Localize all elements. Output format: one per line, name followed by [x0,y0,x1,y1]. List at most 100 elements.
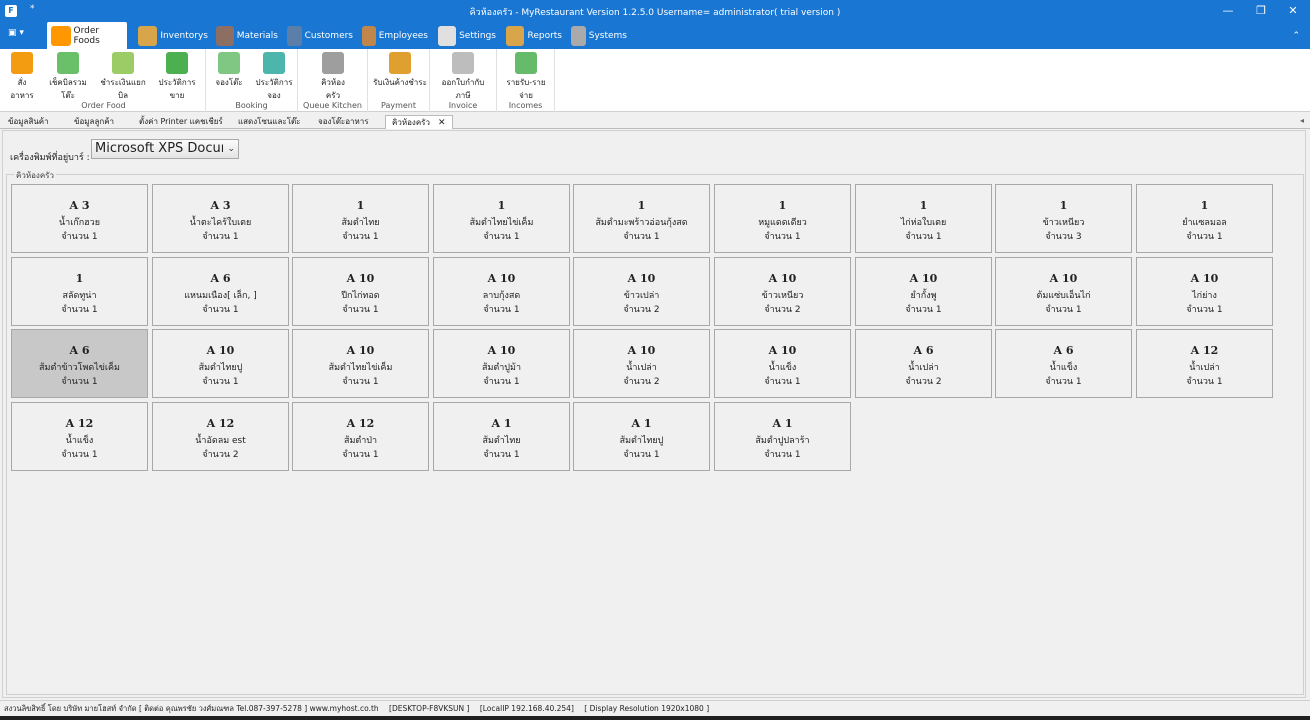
order-card[interactable]: 1 หมูแดดเดียว จำนวน 1 [714,184,851,253]
materials-icon [216,25,234,46]
order-item: ส้มตำมะพร้าวอ่อนกุ้งสด [595,218,688,228]
status-local-ip: [LocalIP 192.168.40.254] [479,704,574,713]
order-card[interactable]: A 12 น้ำอัดลม est จำนวน 2 [152,402,289,471]
order-card[interactable]: A 10 ไก่ย่าง จำนวน 1 [1136,257,1273,326]
order-item: ส้มตำไทย [341,218,380,228]
order-qty: จำนวน 1 [1186,377,1223,387]
title-bar: F * คิวห้องครัว - MyRestaurant Version 1… [0,0,1310,22]
kitchen-queue-list-button[interactable]: คิวห้องครัว [315,52,351,102]
sales-history-button[interactable]: ประวัติการขาย [152,52,202,102]
status-host: [DESKTOP-F8VKSUN ] [389,704,470,713]
ribbon-group-label: Queue Kitchen [303,101,362,110]
printer-label: เครื่องพิมพ์ที่อยู่บาร์ : [10,153,90,163]
order-card[interactable]: 1 ไก่ห่อใบเตย จำนวน 1 [855,184,992,253]
doc-tab-4[interactable]: แสดงโซนและโต๊ะ [232,115,306,129]
order-card[interactable]: 1 ข้าวเหนียว จำนวน 3 [995,184,1132,253]
invoice-button[interactable]: ออกใบกำกับภาษี [435,52,491,102]
order-table: 1 [1059,199,1068,212]
order-item: น้ำเปล่า [1189,363,1220,373]
tab-materials[interactable]: Materials [212,22,278,49]
tab-scroll-icon[interactable]: ◂ [1300,116,1304,125]
doc-tab-label: แสดงโซนและโต๊ะ [238,117,301,126]
ribbon-group-label: Payment [380,101,417,110]
order-card[interactable]: A 10 ต้มแซ่บเอ็นไก่ จำนวน 1 [995,257,1132,326]
order-card[interactable]: A 1 ส้มตำไทยปู จำนวน 1 [573,402,710,471]
order-exit-icon [11,52,33,74]
order-card[interactable]: 1 ส้มตำมะพร้าวอ่อนกุ้งสด จำนวน 1 [573,184,710,253]
booking-history-clock-button[interactable]: ประวัติการจอง [251,52,297,102]
order-qty: จำนวน 1 [483,450,520,460]
tab-inventorys[interactable]: Inventorys [134,22,208,49]
order-item: สลัดทูน่า [62,291,97,301]
order-card[interactable]: A 6 น้ำเปล่า จำนวน 2 [855,329,992,398]
order-item: แหนมเนือง[ เล็ก, ] [184,291,257,301]
order-item: น้ำเปล่า [626,363,657,373]
order-card[interactable]: A 12 ส้มตำป่า จำนวน 1 [292,402,429,471]
split-bill-button[interactable]: ชำระเงินแยกบิล [97,52,149,102]
customer-person-icon [287,25,302,46]
order-card[interactable]: A 6 แหนมเนือง[ เล็ก, ] จำนวน 1 [152,257,289,326]
minimize-button[interactable]: — [1218,3,1238,19]
doc-tab-2[interactable]: ข้อมูลลูกค้า [68,115,120,129]
order-card[interactable]: 1 ส้มตำไทยไข่เค็ม จำนวน 1 [433,184,570,253]
tab-order-foods[interactable]: Order Foods [47,22,127,49]
order-card[interactable]: A 10 ปีกไก่ทอด จำนวน 1 [292,257,429,326]
order-card[interactable]: A 12 น้ำเปล่า จำนวน 1 [1136,329,1273,398]
order-card[interactable]: 1 ส้มตำไทย จำนวน 1 [292,184,429,253]
order-card[interactable]: A 1 ส้มตำปูปลาร้า จำนวน 1 [714,402,851,471]
order-qty: จำนวน 1 [1186,232,1223,242]
order-card[interactable]: 1 สลัดทูน่า จำนวน 1 [11,257,148,326]
order-qty: จำนวน 2 [905,377,942,387]
printer-select[interactable]: Microsoft XPS Document Writer ⌄ [91,139,239,159]
doc-tab-5[interactable]: จองโต๊ะอาหาร [312,115,375,129]
ribbon-group-queue-kitchen: คิวห้องครัว Queue Kitchen [298,49,368,112]
doc-tab-3[interactable]: ตั้งค่า Printer แคชเชียร์ [133,115,229,129]
doc-tab-1[interactable]: ข้อมูลสินค้า [2,115,55,129]
order-card[interactable]: 1 ยำแซลมอล จำนวน 1 [1136,184,1273,253]
order-qty: จำนวน 1 [764,232,801,242]
close-icon[interactable]: ✕ [438,118,446,128]
ribbon-group-label: Invoice [448,101,478,110]
order-card[interactable]: A 1 ส้มตำไทย จำนวน 1 [433,402,570,471]
order-card[interactable]: A 10 ข้าวเปล่า จำนวน 2 [573,257,710,326]
kitchen-queue-panel: เครื่องพิมพ์ที่อยู่บาร์ : Microsoft XPS … [2,130,1306,698]
order-card[interactable]: A 10 น้ำแข็ง จำนวน 1 [714,329,851,398]
book-table-button[interactable]: จองโต๊ะ [214,52,244,89]
file-menu-button[interactable]: ▣ ▾ [8,28,34,43]
order-card[interactable]: A 10 ส้มตำปูม้า จำนวน 1 [433,329,570,398]
order-card[interactable]: A 10 ส้มตำไทยไข่เค็ม จำนวน 1 [292,329,429,398]
tab-label: Settings [459,30,496,41]
merge-bill-icon [57,52,79,74]
order-card[interactable]: A 10 ยำกั้งพู จำนวน 1 [855,257,992,326]
order-qty: จำนวน 2 [202,450,239,460]
tab-customers[interactable]: Customers [283,22,353,49]
split-bill-icon [112,52,134,74]
ribbon-collapse-icon[interactable]: ⌃ [1292,31,1300,41]
income-expense-button[interactable]: รายรับ-รายจ่าย [502,52,550,102]
order-card[interactable]: A 10 ข้าวเหนียว จำนวน 2 [714,257,851,326]
order-card[interactable]: A 10 ส้มตำไทยปู จำนวน 1 [152,329,289,398]
order-card[interactable]: A 3 น้ำเก๊กฮวย จำนวน 1 [11,184,148,253]
order-qty: จำนวน 1 [61,377,98,387]
order-card[interactable]: A 3 น้ำตะไคร้ใบเตย จำนวน 1 [152,184,289,253]
doc-tab-6[interactable]: คิวห้องครัว ✕ [385,115,453,129]
tab-reports[interactable]: Reports [502,22,562,49]
tab-systems[interactable]: Systems [567,22,627,49]
order-card[interactable]: A 10 ลาบกุ้งสด จำนวน 1 [433,257,570,326]
order-card[interactable]: A 10 น้ำเปล่า จำนวน 2 [573,329,710,398]
tab-label: Customers [304,30,353,41]
order-qty: จำนวน 1 [764,377,801,387]
order-card[interactable]: A 6 น้ำแข็ง จำนวน 1 [995,329,1132,398]
close-window-button[interactable]: ✕ [1283,3,1303,19]
order-card[interactable]: A 12 น้ำแข็ง จำนวน 1 [11,402,148,471]
maximize-button[interactable]: ❐ [1251,3,1271,19]
merge-bill-button[interactable]: เช็คบิลรวมโต๊ะ [44,52,92,102]
order-card[interactable]: A 6 ส้มตำข้าวโพดไข่เค็ม จำนวน 1 [11,329,148,398]
order-exit-button[interactable]: สั่งอาหาร [7,52,37,102]
doc-tab-label: ข้อมูลลูกค้า [74,117,115,126]
order-item: น้ำตะไคร้ใบเตย [189,218,252,228]
order-qty: จำนวน 1 [342,450,379,460]
payment-coins-button[interactable]: รับเงินค้างชำระ [373,52,427,89]
tab-settings[interactable]: Settings [434,22,496,49]
tab-employees[interactable]: Employees [358,22,428,49]
